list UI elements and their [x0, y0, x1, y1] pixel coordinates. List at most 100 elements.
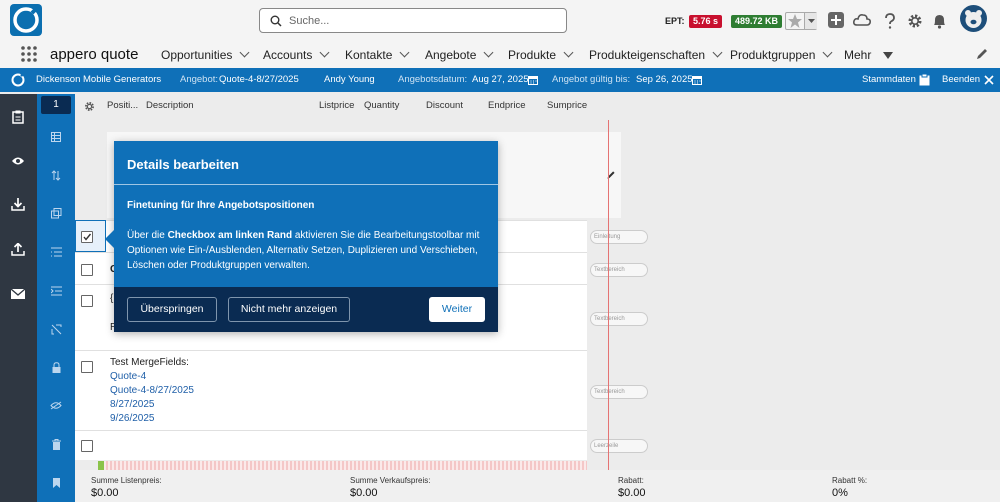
clipboard-icon[interactable] [12, 110, 24, 124]
calendar-icon[interactable] [692, 75, 702, 85]
tour-popover: Details bearbeiten Finetuning für Ihre A… [105, 141, 498, 332]
edit-toolbar-sidebar: 1 [37, 94, 75, 502]
stammdaten-button[interactable]: Stammdaten [862, 74, 916, 85]
chevron-down-icon[interactable] [483, 47, 494, 58]
trash-icon[interactable] [52, 439, 61, 450]
clipboard-icon[interactable] [919, 74, 930, 86]
nav-item-label: Kontakte [345, 48, 393, 62]
popover-arrow [105, 230, 114, 248]
column-header-position[interactable]: Positi... [107, 100, 138, 111]
totals-footer: Summe Listenpreis: $0.00 Summe Verkaufsp… [75, 470, 1000, 502]
total-listprice-value: $0.00 [91, 487, 119, 499]
quote-date-value[interactable]: Aug 27, 2025 [472, 74, 529, 85]
total-listprice-label: Summe Listenpreis: [91, 476, 162, 485]
row-checkbox[interactable] [81, 361, 93, 373]
size-badge: 489.72 KB [731, 15, 783, 28]
global-search-input[interactable]: Suche... [259, 8, 567, 33]
upload-icon[interactable] [11, 243, 25, 256]
row-type-pill[interactable]: Textbereich [590, 385, 648, 399]
nav-item-angebote[interactable]: Angebote [425, 47, 494, 62]
row-text-fragment: { [110, 293, 114, 304]
nav-item-accounts[interactable]: Accounts [263, 47, 330, 62]
hide-icon[interactable] [50, 401, 62, 410]
row-type-pill[interactable]: Textbereich [590, 263, 648, 277]
row-checkbox-checked[interactable] [81, 231, 93, 243]
favorite-group[interactable] [785, 12, 817, 30]
nav-item-opportunities[interactable]: Opportunities [161, 47, 250, 62]
chevron-down-icon[interactable] [319, 47, 330, 58]
row-type-pill[interactable]: Textbereich [590, 312, 648, 326]
nav-item-kontakte[interactable]: Kontakte [345, 47, 410, 62]
merge-field-value: Quote-4 [110, 371, 147, 382]
gear-icon[interactable] [907, 13, 923, 29]
gear-icon[interactable] [84, 101, 95, 112]
nav-item-mehr[interactable]: Mehr [844, 48, 893, 62]
sort-icon[interactable] [51, 170, 61, 181]
help-icon[interactable] [883, 13, 897, 29]
list-icon[interactable] [51, 247, 62, 257]
column-header-discount[interactable]: Discount [426, 100, 463, 111]
dont-show-again-button[interactable]: Nicht mehr anzeigen [228, 297, 350, 322]
column-header-quantity[interactable]: Quantity [364, 100, 399, 111]
caret-down-icon[interactable] [882, 52, 893, 60]
plus-icon[interactable] [828, 12, 844, 28]
column-header-sumprice[interactable]: Sumprice [547, 100, 587, 111]
column-header-listprice[interactable]: Listprice [319, 100, 354, 111]
duplicate-icon[interactable] [51, 208, 62, 219]
popover-divider [114, 184, 498, 185]
table-icon[interactable] [51, 132, 61, 142]
eye-icon[interactable] [11, 156, 25, 166]
row-type-pill[interactable]: Leerzeile [590, 439, 648, 453]
mail-icon[interactable] [11, 289, 25, 299]
row-checkbox[interactable] [81, 264, 93, 276]
skip-button[interactable]: Überspringen [127, 297, 217, 322]
row-checkbox[interactable] [81, 295, 93, 307]
search-icon [270, 15, 282, 27]
lock-icon[interactable] [52, 362, 61, 373]
row-checkbox[interactable] [81, 440, 93, 452]
quote-label: Angebot: [180, 74, 219, 85]
favorite-dropdown[interactable] [804, 13, 817, 29]
grid-icon[interactable] [20, 45, 38, 63]
quote-info-bar: Dickenson Mobile Generators Angebot: Quo… [0, 68, 1000, 92]
download-icon[interactable] [11, 198, 25, 211]
app-logo[interactable] [10, 4, 42, 36]
close-icon[interactable] [984, 75, 994, 85]
cloud-icon[interactable] [853, 13, 871, 27]
beenden-button[interactable]: Beenden [942, 74, 980, 85]
discount-label: Rabatt: [618, 476, 644, 485]
avatar[interactable] [960, 5, 987, 32]
nav-item-produktgruppen[interactable]: Produktgruppen [730, 47, 833, 62]
chevron-down-icon[interactable] [712, 47, 723, 58]
calendar-icon[interactable] [528, 75, 538, 85]
chevron-down-icon[interactable] [399, 47, 410, 58]
table-row[interactable] [75, 430, 587, 460]
chevron-down-icon[interactable] [822, 47, 833, 58]
quote-number[interactable]: Quote-4-8/27/2025 [219, 74, 299, 85]
indent-icon[interactable] [51, 286, 62, 296]
avatar-icon [965, 10, 982, 28]
nav-item-produkte[interactable]: Produkte [508, 47, 574, 62]
next-button[interactable]: Weiter [429, 297, 485, 322]
ungroup-icon[interactable] [51, 324, 62, 335]
valid-until-value[interactable]: Sep 26, 2025 [636, 74, 693, 85]
star-icon[interactable] [787, 13, 803, 29]
merge-fields-title: Test MergeFields: [110, 357, 189, 368]
account-name[interactable]: Dickenson Mobile Generators [36, 74, 161, 85]
nav-item-produkteigenschaften[interactable]: Produkteigenschaften [589, 47, 723, 62]
nav-item-label: Accounts [263, 48, 313, 62]
top-header: Suche... EPT: 5.76 s 489.72 KB [0, 0, 1000, 40]
chevron-down-icon[interactable] [239, 47, 250, 58]
quote-owner: Andy Young [324, 74, 375, 85]
bell-icon[interactable] [932, 13, 947, 29]
quote-date-label: Angebotsdatum: [398, 74, 468, 85]
bookmark-icon[interactable] [53, 478, 60, 488]
column-header-endprice[interactable]: Endprice [488, 100, 526, 111]
column-header-description[interactable]: Description [146, 100, 194, 111]
discount-percent-value: 0% [832, 487, 848, 499]
chevron-down-icon[interactable] [563, 47, 574, 58]
nav-item-label: Opportunities [161, 48, 233, 62]
row-type-pill[interactable]: Einleitung [590, 230, 648, 244]
pencil-icon[interactable] [975, 47, 989, 61]
nav-item-label: Mehr [844, 48, 872, 62]
